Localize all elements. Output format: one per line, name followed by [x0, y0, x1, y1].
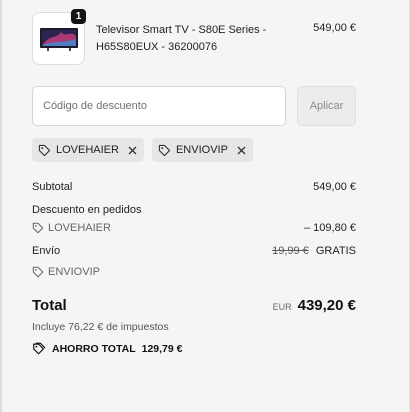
shipping-original-price: 19,99 € [272, 245, 309, 257]
shipping-code-row: ENVIOVIP [32, 266, 356, 278]
close-icon [128, 146, 137, 154]
shipping-value: GRATIS [315, 245, 356, 257]
taxes-note: Incluye 76,22 € de impuestos [32, 321, 169, 333]
subtotal-label: Subtotal [32, 181, 73, 193]
applied-code-label: LOVEHAIER [56, 144, 119, 156]
tv-image [39, 27, 78, 51]
shipping-code: ENVIOVIP [32, 266, 356, 278]
shipping-code-label: ENVIOVIP [48, 266, 100, 278]
order-discount-label: Descuento en pedidos [32, 204, 142, 216]
order-discount-row: Descuento en pedidos [32, 204, 356, 216]
shipping-label: Envío [32, 245, 61, 257]
apply-discount-button[interactable]: Aplicar [297, 86, 356, 126]
close-icon [237, 146, 246, 154]
tag-icon [32, 266, 44, 278]
double-tag-icon [32, 342, 46, 355]
subtotal-row: Subtotal 549,00 € [32, 181, 356, 193]
tag-icon [158, 144, 171, 157]
tag-icon [38, 144, 51, 157]
savings-label: AHORRO TOTAL [52, 342, 136, 355]
shipping-row: Envío 19,99 € GRATIS [32, 245, 356, 257]
applied-code-label: ENVIOVIP [175, 144, 228, 156]
remove-code-button[interactable] [128, 144, 137, 157]
order-discount-value: – 109,80 € [304, 222, 356, 234]
quantity-badge: 1 [70, 8, 87, 25]
product-price: 549,00 € [313, 22, 356, 34]
order-discount-code-row: LOVEHAIER – 109,80 € [32, 222, 356, 234]
cart-line-item: 1 Televisor Smart TV - S80E Series - H65… [32, 8, 356, 66]
tag-icon [32, 222, 44, 234]
applied-code-tag: LOVEHAIER [32, 138, 144, 162]
total-value: 439,20 € [297, 297, 356, 314]
total-savings: AHORRO TOTAL 129,79 € [32, 342, 182, 355]
subtotal-value: 549,00 € [313, 181, 356, 193]
currency-code: EUR [272, 302, 292, 312]
order-discount-code-label: LOVEHAIER [48, 222, 111, 234]
product-title: Televisor Smart TV - S80E Series - H65S8… [96, 24, 267, 53]
total-value-group: EUR 439,20 € [273, 297, 356, 314]
left-divider [0, 0, 2, 412]
total-label: Total [32, 297, 67, 314]
shipping-value-group: 19,99 € GRATIS [272, 245, 356, 257]
applied-code-tag: ENVIOVIP [151, 138, 253, 162]
discount-code-input[interactable] [32, 86, 286, 126]
savings-value: 129,79 € [141, 342, 183, 355]
remove-code-button[interactable] [237, 144, 246, 157]
product-thumbnail-wrap: 1 [32, 8, 87, 65]
applied-codes: LOVEHAIER ENVIOVIP [32, 138, 253, 162]
